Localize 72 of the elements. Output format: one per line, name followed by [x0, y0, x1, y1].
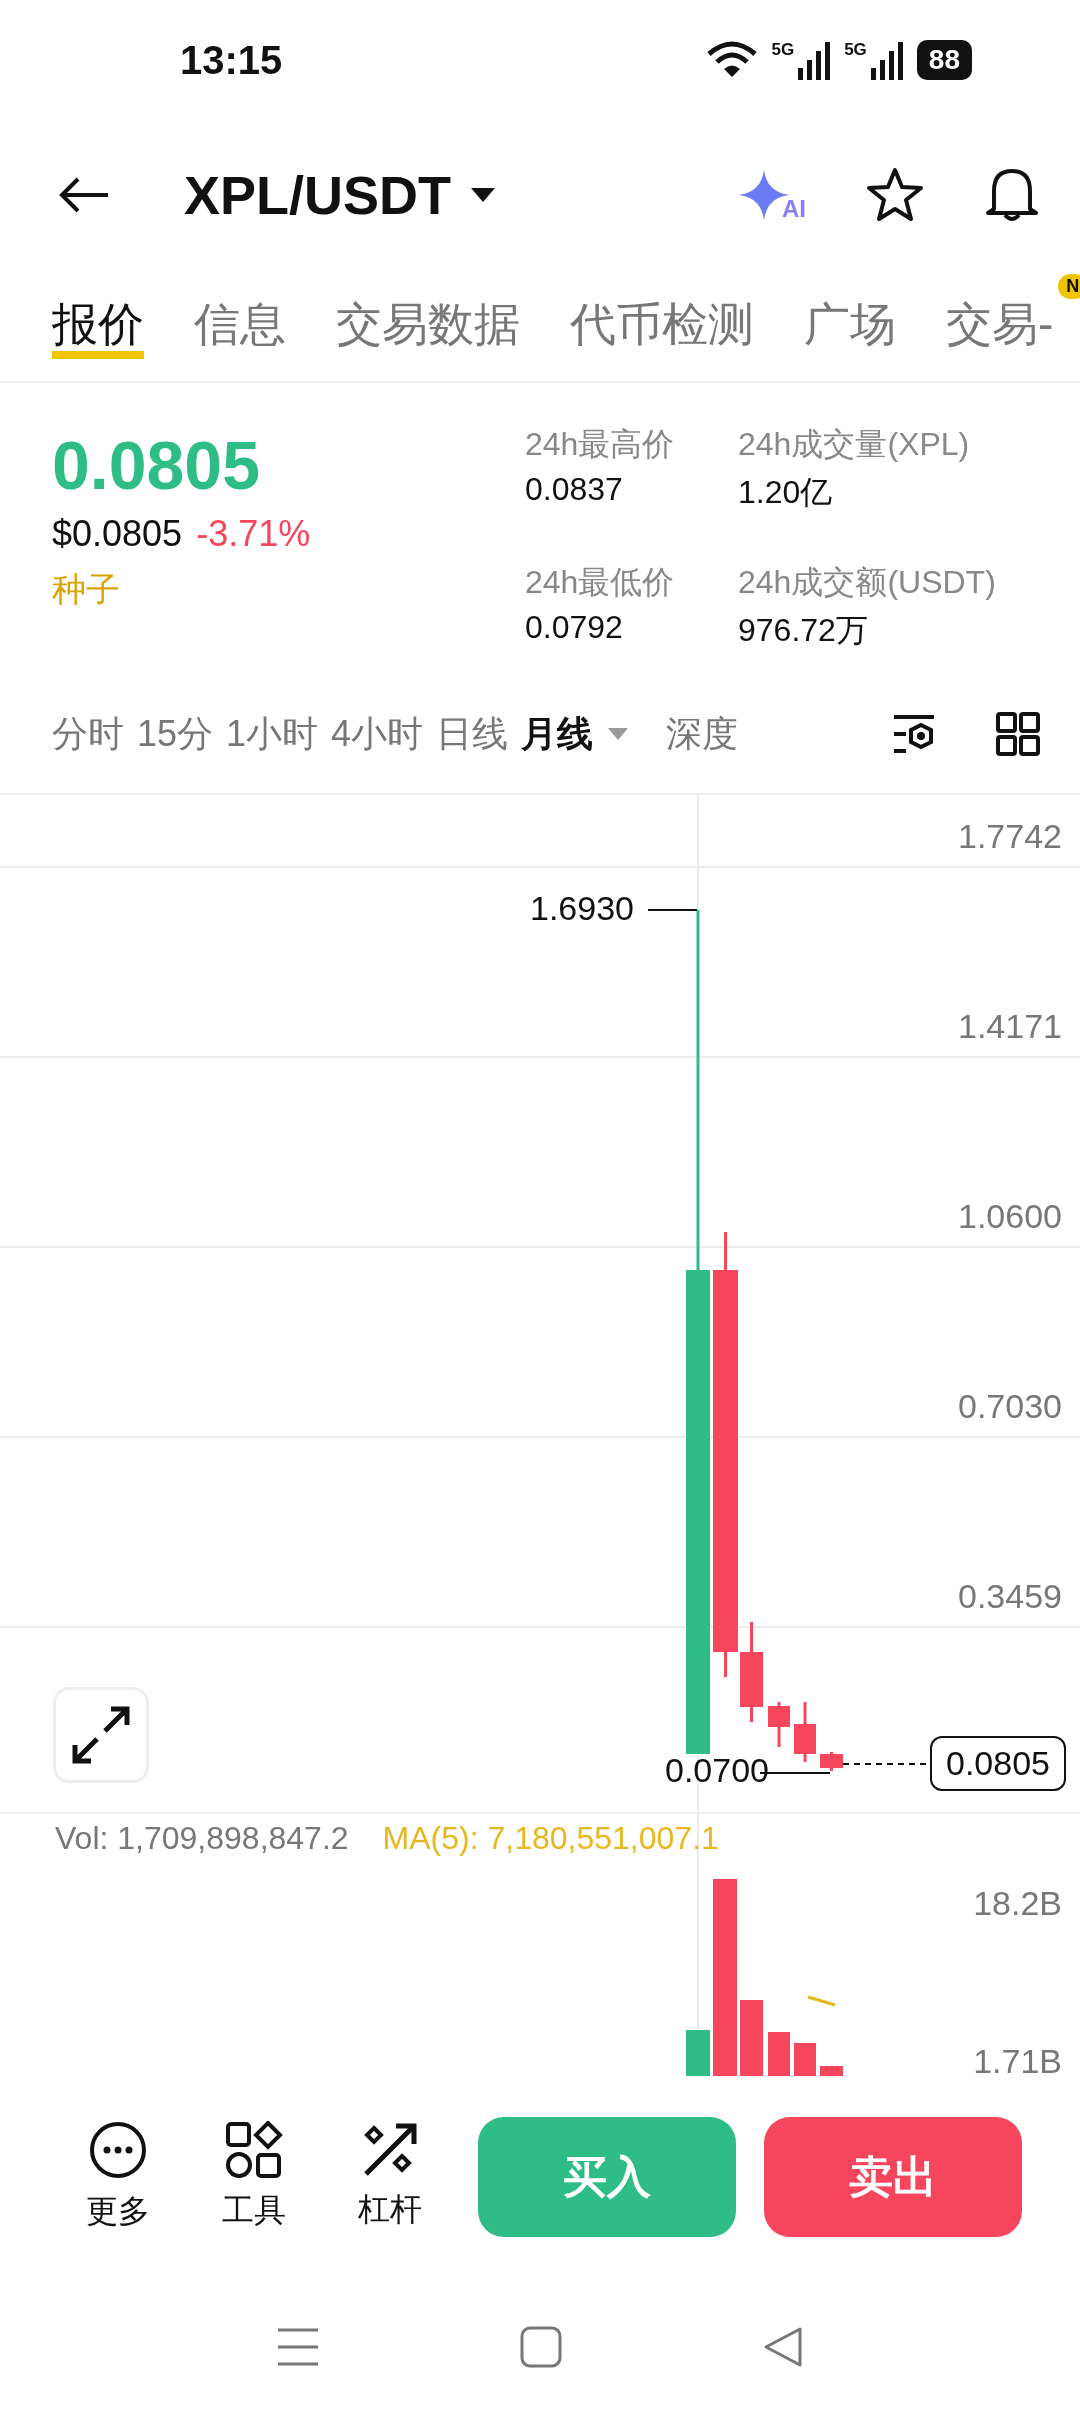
stat-label: 24h最高价: [525, 425, 676, 464]
tab[interactable]: 交易数据: [336, 270, 520, 359]
action-button[interactable]: 更多: [70, 2120, 166, 2234]
leader-line: [759, 1772, 831, 1774]
signal-icon: [868, 40, 905, 80]
interval-tab[interactable]: 日线: [436, 709, 509, 759]
caret-icon: [607, 727, 630, 741]
menu-icon[interactable]: [276, 2327, 320, 2367]
tab[interactable]: 广场: [804, 270, 896, 359]
candlestick: [768, 1702, 790, 1747]
volume-axis-label: 1.71B: [973, 2042, 1062, 2081]
action-button[interactable]: 杠杆: [342, 2122, 438, 2232]
status-time: 13:15: [180, 37, 283, 83]
tab[interactable]: 报价: [52, 270, 144, 359]
signal-icon: [796, 40, 833, 80]
tools-icon: [225, 2121, 283, 2179]
last-price-tag: 0.0805: [930, 1736, 1066, 1791]
tab[interactable]: 代币检测: [570, 270, 754, 359]
sell-button[interactable]: 卖出: [764, 2117, 1022, 2237]
interval-tab[interactable]: 深度: [666, 709, 739, 759]
volume-bar: [820, 2066, 843, 2076]
volume-bar: [768, 2032, 790, 2076]
candlestick: [820, 1752, 843, 1771]
stat-value: 0.0792: [525, 609, 624, 646]
tab[interactable]: 信息: [194, 270, 286, 359]
action-button[interactable]: 工具: [206, 2121, 302, 2233]
interval-tab[interactable]: 1小时: [226, 709, 319, 759]
volume-axis-label: 18.2B: [973, 1884, 1062, 1923]
home-icon[interactable]: [520, 2326, 562, 2368]
interval-dropdown[interactable]: 月线: [521, 709, 630, 759]
stat-label: 24h成交量(XPL): [738, 425, 971, 464]
stat-label: 24h最低价: [525, 563, 676, 602]
stat-value: 976.72万: [738, 611, 869, 650]
candlestick: [794, 1702, 816, 1762]
buy-button[interactable]: 买入: [478, 2117, 736, 2237]
more-icon: [88, 2120, 148, 2180]
ai-button[interactable]: AI: [736, 167, 806, 223]
star-icon[interactable]: [866, 167, 924, 223]
price-axis-label: 0.3459: [958, 1577, 1062, 1616]
battery-indicator: 88: [916, 40, 972, 80]
volume-bar: [686, 2030, 710, 2076]
low-price-label: 0.0700: [665, 1751, 769, 1790]
network-label: 5G: [844, 40, 867, 60]
grid-layout-icon[interactable]: [996, 712, 1040, 756]
last-price: 0.0805: [52, 426, 261, 505]
usd-price: $0.0805: [52, 513, 183, 555]
new-badge: N: [1058, 274, 1080, 299]
price-axis-label: 1.0600: [958, 1197, 1062, 1236]
leverage-icon: [362, 2122, 418, 2178]
network-label: 5G: [771, 40, 795, 60]
price-change: -3.71%: [196, 513, 311, 555]
token-tag: 种子: [52, 567, 525, 613]
pair-title[interactable]: XPL/USDT: [184, 164, 452, 226]
price-axis-label: 0.7030: [958, 1387, 1062, 1426]
moving-average-reading: MA(5): 7,180,551,007.1: [382, 1820, 719, 1857]
price-axis-label: 1.4171: [958, 1007, 1062, 1046]
stat-value: 1.20亿: [738, 473, 834, 512]
volume-bar: [794, 2043, 816, 2076]
high-price-label: 1.6930: [530, 889, 634, 928]
caret-icon[interactable]: [469, 186, 498, 204]
price-axis-label: 1.7742: [958, 817, 1062, 856]
volume-reading: Vol: 1,709,898,847.2: [55, 1820, 349, 1857]
interval-tab[interactable]: 15分: [137, 709, 214, 759]
moving-average-line: [807, 1995, 836, 2007]
interval-tab[interactable]: 4小时: [331, 709, 424, 759]
fullscreen-button[interactable]: [53, 1687, 149, 1783]
interval-tab[interactable]: 分时: [52, 709, 124, 759]
stat-label: 24h成交额(USDT): [738, 563, 997, 602]
stat-value: 0.0837: [525, 471, 624, 508]
back-icon[interactable]: [762, 2326, 804, 2368]
leader-line: [647, 909, 698, 911]
back-arrow-icon[interactable]: [58, 177, 110, 213]
